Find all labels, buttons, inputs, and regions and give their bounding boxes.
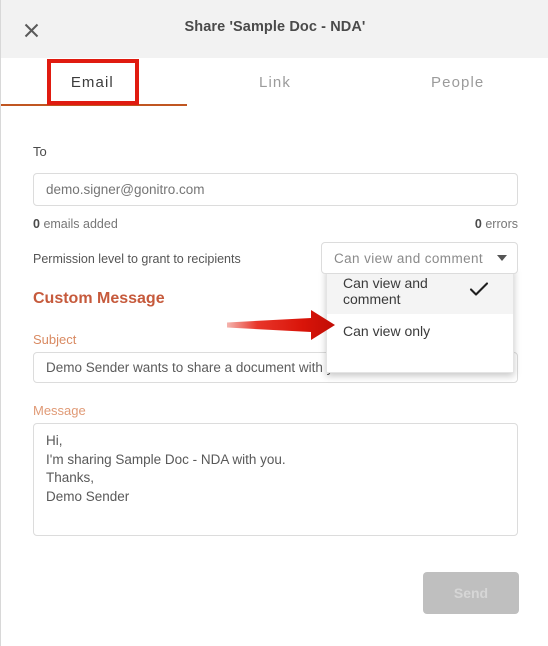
dialog-header: Share 'Sample Doc - NDA' bbox=[1, 0, 548, 58]
tab-link[interactable]: Link bbox=[184, 58, 367, 106]
chevron-down-icon bbox=[497, 255, 507, 261]
permission-dropdown: Can view and comment Can view and commen… bbox=[321, 242, 518, 373]
emails-added-count: 0 bbox=[33, 217, 40, 231]
tab-email-label: Email bbox=[70, 73, 114, 91]
menu-item-can-view-only[interactable]: Can view only bbox=[327, 314, 513, 348]
tab-people-label: People bbox=[431, 73, 485, 91]
permission-dropdown-menu: Can view and comment Can view only bbox=[326, 267, 514, 373]
send-button[interactable]: Send bbox=[423, 572, 519, 614]
subject-label: Subject bbox=[33, 332, 77, 347]
share-dialog: Share 'Sample Doc - NDA' Email Link Peop… bbox=[0, 0, 548, 646]
menu-item-label: Can view only bbox=[343, 323, 431, 339]
menu-item-can-view-and-comment[interactable]: Can view and comment bbox=[327, 268, 513, 314]
tab-people[interactable]: People bbox=[366, 58, 548, 106]
to-label: To bbox=[33, 144, 47, 159]
permission-row: Permission level to grant to recipients … bbox=[33, 242, 518, 373]
email-counters: 0 emails added 0 errors bbox=[33, 217, 518, 231]
errors-text: errors bbox=[485, 217, 518, 231]
permission-label: Permission level to grant to recipients bbox=[33, 252, 241, 266]
dialog-title: Share 'Sample Doc - NDA' bbox=[184, 19, 366, 35]
custom-message-heading: Custom Message bbox=[33, 290, 165, 307]
to-input[interactable] bbox=[33, 173, 518, 206]
tab-link-label: Link bbox=[259, 73, 291, 91]
permission-dropdown-button[interactable]: Can view and comment bbox=[321, 242, 518, 274]
message-textarea[interactable] bbox=[33, 423, 518, 536]
check-icon bbox=[469, 282, 489, 300]
permission-dropdown-value: Can view and comment bbox=[334, 250, 484, 266]
menu-item-label: Can view and comment bbox=[343, 275, 428, 307]
emails-added-text: emails added bbox=[43, 217, 118, 231]
message-label: Message bbox=[33, 403, 86, 418]
tab-bar: Email Link People bbox=[1, 58, 548, 106]
tab-email[interactable]: Email bbox=[1, 58, 184, 106]
errors-count: 0 bbox=[474, 217, 482, 231]
errors-counter: 0 errors bbox=[475, 217, 518, 231]
emails-added-counter: 0 emails added bbox=[33, 217, 118, 231]
